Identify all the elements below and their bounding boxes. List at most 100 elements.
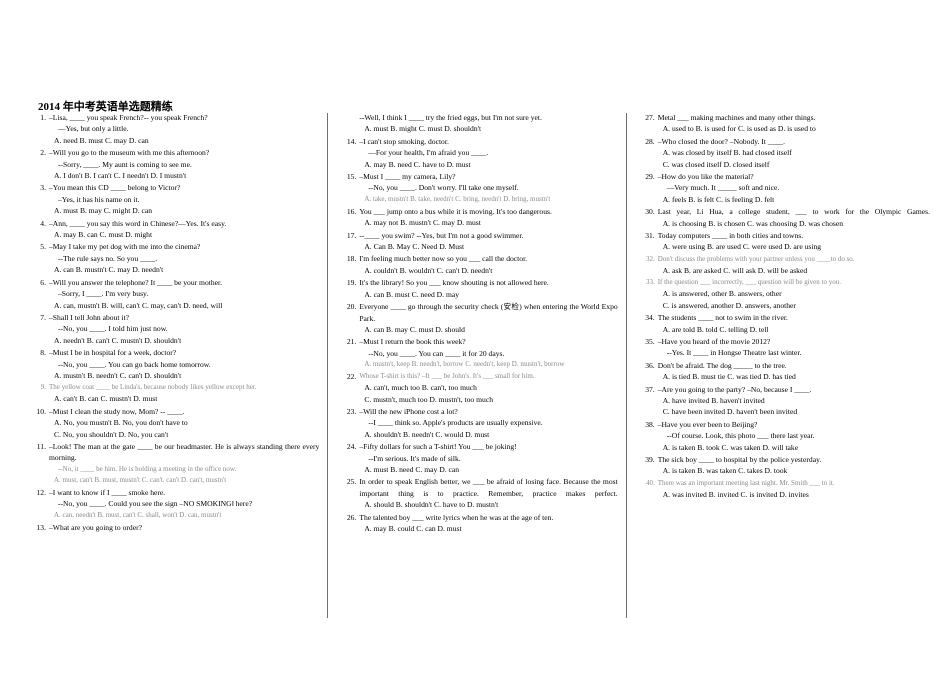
- question-body: Don't discuss the problems with your par…: [658, 254, 930, 276]
- question-options: A. can B. may C. must D. should: [364, 324, 465, 334]
- question-options: A. No, you mustn't B. No, you don't have…: [54, 418, 188, 428]
- question-options: A. must B. need C. may D. can: [364, 464, 460, 474]
- question-number: 28.: [645, 136, 655, 146]
- question-options-2: C. have been invited D. haven't been inv…: [662, 407, 798, 417]
- question-number: 35.: [645, 336, 655, 346]
- question-40: 40. There was an important meeting last …: [639, 478, 930, 500]
- question-body: Whose T-shirt is this? –It ___ be John's…: [359, 371, 617, 405]
- question-stem-line: –How do you like the material?: [657, 172, 754, 182]
- question-stem-line: Today computers ____ in both cities and …: [657, 231, 804, 241]
- question-stem-line: –Must I be in hospital for a week, docto…: [49, 348, 177, 358]
- question-number: 6.: [40, 277, 46, 287]
- question-number: 2.: [40, 148, 46, 158]
- question-options-faded: A. must, can't B. must, mustn't C. can't…: [54, 475, 227, 484]
- question-options-faded: A. mustn't, keep B. needn't, borrow C. n…: [364, 360, 565, 369]
- question-options: A. couldn't B. wouldn't C. can't D. need…: [364, 265, 493, 275]
- question-body: –Will the new iPhone cost a lot? --I ___…: [359, 406, 617, 440]
- question-13: 13. –What are you going to order?: [30, 522, 319, 533]
- question-body: –Will you answer the telephone? It ____ …: [49, 277, 319, 311]
- question-33: 33. If the question ___ incorrectly, ___…: [639, 277, 930, 311]
- question-number: 27.: [645, 113, 655, 122]
- question-stem-line: –Who closed the door? –Nobody. It ____.: [657, 136, 785, 146]
- question-body: The sick boy ____ to hospital by the pol…: [658, 454, 930, 477]
- question-number: 8.: [40, 348, 46, 358]
- question-options: A. can't B. can C. mustn't D. must: [54, 394, 158, 404]
- question-stem-line: –Yes, it has his name on it.: [58, 194, 140, 204]
- question-31: 31. Today computers ____ in both cities …: [639, 230, 930, 253]
- question-body: –Shall I tell John about it? --No, you _…: [49, 312, 319, 346]
- question-number: 7.: [40, 312, 46, 322]
- question-20: 20. Everyone ____ go through the securit…: [340, 301, 618, 335]
- question-options: A. may B. could C. can D. must: [364, 524, 462, 533]
- question-32: 32. Don't discuss the problems with your…: [639, 254, 930, 276]
- question-15: 15. –Must I ____ my camera, Lily? --No, …: [340, 171, 617, 205]
- question-number: 13.: [36, 522, 47, 532]
- question-stem-line: —Yes, but only a little.: [58, 124, 129, 134]
- question-stem-line: --No, you ____. You can go back home tom…: [58, 359, 211, 369]
- question-stem-line: –Sorry, I ____. I'm very busy.: [58, 289, 149, 299]
- question-body: –How do you like the material? —Very muc…: [658, 171, 930, 205]
- question-38: 38. –Have you ever been to Beijing? --Of…: [639, 419, 930, 453]
- question-options-2: C. is answered, another D. answers, anot…: [662, 300, 796, 310]
- question-stem-line: –You mean this CD ____ belong to Victor?: [49, 183, 181, 193]
- question-17: 17. --____ you swim? --Yes, but I'm not …: [340, 230, 617, 253]
- question-options: A. was invited B. invited C. is invited …: [662, 489, 809, 499]
- question-options: A. is taken B. was taken C. takes D. too…: [662, 466, 788, 476]
- question-number: 15.: [346, 172, 357, 182]
- question-body: There was an important meeting last nigh…: [658, 478, 930, 500]
- question-body: The yellow coat ____ be Linda's, because…: [49, 382, 319, 404]
- question-5: 5. –May I take my pet dog with me into t…: [30, 241, 319, 275]
- question-28: 28. –Who closed the door? –Nobody. It __…: [639, 136, 930, 170]
- question-number: 14.: [346, 136, 357, 146]
- question-body: In order to speak English better, we ___…: [359, 476, 617, 510]
- question-body: You ___ jump onto a bus while it is movi…: [359, 206, 617, 229]
- question-number: 16.: [346, 206, 357, 216]
- question-options: A. is taken B. took C. was taken D. will…: [662, 442, 799, 452]
- question-8: 8. –Must I be in hospital for a week, do…: [30, 347, 319, 381]
- question-stem-line-faded: --No, it ____ be him. He is holding a me…: [58, 464, 237, 473]
- question-26: 26. The talented boy ___ write lyrics wh…: [340, 512, 617, 535]
- question-body: I'm feeling much better now so you ___ c…: [359, 253, 617, 276]
- question-body: --Well, I think I ____ try the fried egg…: [359, 112, 617, 135]
- question-options: A. shouldn't B. needn't C. would D. must: [364, 429, 490, 439]
- question-body: –Look! The man at the gate ____ be our h…: [49, 441, 319, 486]
- question-stem-line: --The rule says no. So you ____.: [58, 253, 158, 263]
- question-stem-line: You ___ jump onto a bus while it is movi…: [359, 206, 552, 216]
- question-stem-line: –Are you going to the party? –No, becaus…: [657, 384, 812, 394]
- question-options-2: C. mustn't, much too D. mustn't, too muc…: [364, 394, 493, 404]
- question-stem-line: –Will the new iPhone cost a lot?: [359, 406, 458, 416]
- question-stem-line: —Very much. It _____ soft and nice.: [666, 183, 780, 193]
- question-2: 2. –Will you go to the museum with me th…: [30, 147, 319, 181]
- question-options-faded: A. take, mustn't B. take, needn't C. bri…: [364, 194, 551, 203]
- column-middle: --Well, I think I ____ try the fried egg…: [328, 112, 625, 535]
- question-stem-line: I'm feeling much better now so you ___ c…: [359, 254, 528, 264]
- question-options: A. feels B. is felt C. is feeling D. fel…: [662, 194, 775, 204]
- question-number: 5.: [40, 242, 46, 252]
- question-body: –Must I ____ my camera, Lily? --No, you …: [359, 171, 617, 205]
- question-stem-line: --No, you ____. You can ____ it for 20 d…: [368, 348, 505, 358]
- question-22: 22. Whose T-shirt is this? –It ___ be Jo…: [340, 371, 617, 405]
- question-body: –Must I be in hospital for a week, docto…: [49, 347, 319, 381]
- question-options: A. can B. mustn't C. may D. needn't: [54, 265, 164, 275]
- question-body: –I want to know if I ____ smoke here. --…: [49, 487, 319, 521]
- question-stem-line: --No, you ____. Don't worry. I'll take o…: [368, 183, 519, 193]
- question-options: A. may B. can C. must D. might: [54, 230, 153, 240]
- question-stem-line: –Have you ever been to Beijing?: [657, 419, 758, 429]
- question-options: A. should B. shouldn't C. have to D. mus…: [364, 500, 499, 510]
- question-number: 1.: [40, 113, 46, 122]
- question-number: 24.: [346, 442, 357, 452]
- question-25: 25. In order to speak English better, we…: [340, 476, 618, 510]
- question-options: A. must B. might C. must D. shouldn't: [364, 124, 482, 134]
- question-stem-line: Don't discuss the problems with your par…: [657, 254, 855, 263]
- question-stem-line: –Ann, ____ you say this word in Chinese?…: [49, 218, 227, 228]
- question-body: Metal ___ making machines and many other…: [658, 112, 930, 135]
- question-options: A. can't, much too B. can't, too much: [364, 383, 477, 393]
- question-10: 10. –Must I clean the study now, Mom? --…: [30, 406, 319, 440]
- question-options-2: C. No, you shouldn't D. No, you can't: [54, 429, 169, 439]
- question-body: It's the library! So you ___ know shouti…: [359, 277, 617, 300]
- question-23: 23. –Will the new iPhone cost a lot? --I…: [340, 406, 617, 440]
- question-stem-line: –Must I return the book this week?: [359, 337, 466, 347]
- question-11: 11. –Look! The man at the gate ____ be o…: [30, 441, 320, 486]
- question-body: –Have you heard of the movie 2012? --Yes…: [658, 336, 930, 359]
- question-body: –You mean this CD ____ belong to Victor?…: [49, 182, 319, 216]
